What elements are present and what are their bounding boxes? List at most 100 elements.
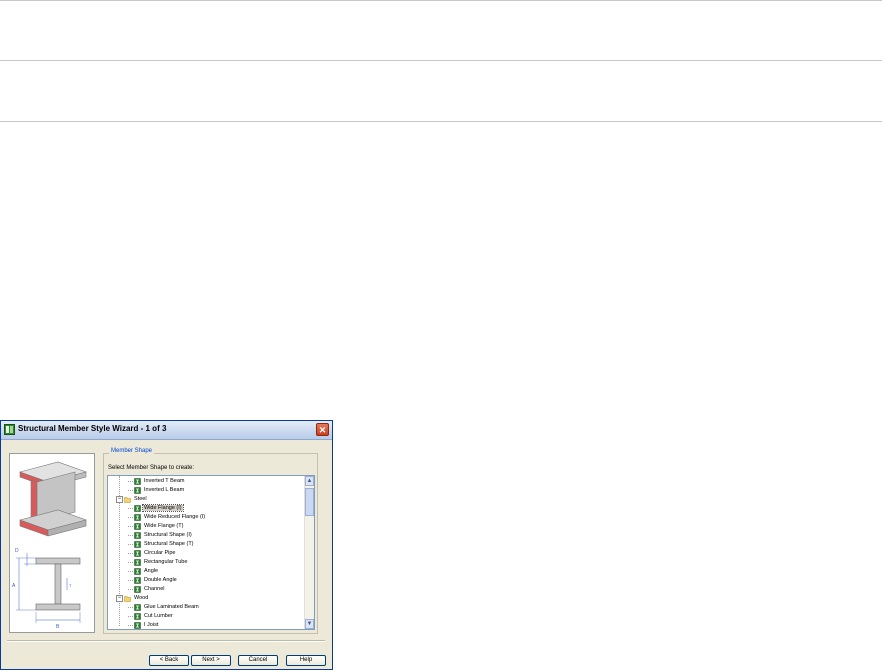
- shape-icon: [134, 568, 141, 575]
- tree-shape-item[interactable]: Channel: [134, 585, 166, 594]
- tree-expander-icon[interactable]: −: [116, 496, 123, 503]
- folder-icon: [124, 596, 131, 602]
- tree-item-label: Channel: [144, 586, 165, 592]
- tree-item-label: Glue Laminated Beam: [144, 604, 199, 610]
- tree-connector-branch: [128, 589, 133, 591]
- tree-connector-branch: [128, 616, 133, 618]
- tree-shape-item[interactable]: Double Angle: [134, 576, 178, 585]
- tree-shape-item[interactable]: Inverted T Beam: [134, 477, 185, 486]
- tree-shape-item[interactable]: Cut Lumber: [134, 612, 174, 621]
- dimension-label-b: B: [56, 624, 60, 630]
- dialog-title: Structural Member Style Wizard - 1 of 3: [18, 424, 167, 433]
- tree-scrollbar[interactable]: ▲ ▼: [304, 476, 314, 629]
- tree-connector-branch: [128, 508, 133, 510]
- shape-icon: [134, 586, 141, 593]
- chevron-up-icon: ▲: [306, 478, 313, 484]
- structural-member-style-wizard-dialog: Structural Member Style Wizard - 1 of 3 …: [0, 420, 333, 670]
- tree-item-label: Structural Shape (T): [144, 541, 194, 547]
- wizard-icon: [4, 424, 15, 435]
- tree-item-label: Inverted T Beam: [144, 478, 185, 484]
- next-button[interactable]: Next >: [191, 655, 231, 666]
- tree-shape-item[interactable]: Glue Laminated Beam: [134, 603, 200, 612]
- select-shape-prompt: Select Member Shape to create:: [108, 465, 195, 471]
- tree-expander-icon[interactable]: −: [116, 595, 123, 602]
- wide-flange-preview-image: D A B T: [12, 461, 88, 630]
- tree-connector-branch: [128, 562, 133, 564]
- tree-shape-item[interactable]: Structural Shape (I): [134, 531, 193, 540]
- section-dimension-drawing: D A B T: [12, 548, 81, 630]
- tree-connector-branch: [128, 625, 133, 627]
- shape-icon: [134, 523, 141, 530]
- tree-item-label: Circular Pipe: [144, 550, 176, 556]
- member-shape-tree[interactable]: Inverted T Beam Inverted L Beam − Steel Wide…: [107, 475, 315, 630]
- member-shape-group-label: Member Shape: [109, 448, 155, 454]
- button-separator: [7, 640, 325, 642]
- tree-shape-item[interactable]: Rectangular Tube: [134, 558, 188, 567]
- folder-icon: [124, 497, 131, 503]
- tree-shape-item[interactable]: Angle: [134, 567, 159, 576]
- tree-item-label: Inverted L Beam: [144, 487, 185, 493]
- tree-connector-branch: [128, 571, 133, 573]
- tree-shape-item[interactable]: Structural Shape (T): [134, 540, 195, 549]
- tree-connector-branch: [128, 526, 133, 528]
- close-icon: ✕: [318, 425, 327, 435]
- scroll-down-button[interactable]: ▼: [305, 619, 314, 629]
- shape-icon: [134, 613, 141, 620]
- tree-shape-item[interactable]: Wide Reduced Flange (I): [134, 513, 206, 522]
- tree-shape-item[interactable]: Wide Flange (I): [134, 504, 184, 513]
- tree-connector-branch: [128, 580, 133, 582]
- tree-shape-item[interactable]: Wide Flange (T): [134, 522, 184, 531]
- shape-icon: [134, 487, 141, 494]
- tree-shape-item[interactable]: Circular Pipe: [134, 549, 176, 558]
- tree-item-label: Wide Flange (T): [144, 523, 184, 529]
- tree-item-label: Wide Reduced Flange (I): [144, 514, 206, 520]
- shape-icon: [134, 514, 141, 521]
- shape-icon: [134, 577, 141, 584]
- tree-connector-branch: [128, 544, 133, 546]
- tree-connector-branch: [128, 553, 133, 555]
- shape-icon: [134, 550, 141, 557]
- cancel-button[interactable]: Cancel: [238, 655, 278, 666]
- help-button[interactable]: Help: [286, 655, 326, 666]
- shape-icon: [134, 505, 141, 512]
- tree-item-label: Angle: [144, 568, 159, 574]
- tree-connector-branch: [128, 517, 133, 519]
- tree-item-label: Wide Flange (I): [142, 504, 184, 512]
- shape-icon: [134, 559, 141, 566]
- close-button[interactable]: ✕: [316, 423, 329, 436]
- tree-shape-item[interactable]: I Joist: [134, 621, 159, 629]
- shape-preview-panel: D A B T: [9, 453, 95, 633]
- dimension-label-a: A: [12, 583, 16, 589]
- tree-connector-branch: [128, 535, 133, 537]
- tree-item-label: I Joist: [144, 622, 159, 628]
- divider-line-top: [0, 0, 882, 1]
- tree-item-label: Structural Shape (I): [144, 532, 192, 538]
- dialog-titlebar[interactable]: Structural Member Style Wizard - 1 of 3 …: [1, 421, 332, 440]
- tree-item-label: Steel: [134, 496, 147, 502]
- tree-connector-branch: [128, 481, 133, 483]
- tree-connector-branch: [128, 607, 133, 609]
- isometric-beam-drawing: [18, 461, 88, 537]
- scroll-up-button[interactable]: ▲: [305, 476, 314, 486]
- shape-icon: [134, 532, 141, 539]
- shape-icon: [134, 478, 141, 485]
- tree-connector-branch: [128, 490, 133, 492]
- member-shape-group: Member Shape Select Member Shape to crea…: [103, 448, 318, 634]
- tree-item-label: Cut Lumber: [144, 613, 173, 619]
- tree-item-label: Rectangular Tube: [144, 559, 188, 565]
- tree-item-label: Wood: [134, 595, 149, 601]
- shape-icon: [134, 541, 141, 548]
- chevron-down-icon: ▼: [306, 621, 313, 627]
- tree-shape-item[interactable]: Inverted L Beam: [134, 486, 185, 495]
- tree-folder-item[interactable]: Steel: [124, 495, 148, 504]
- tree-item-label: Double Angle: [144, 577, 177, 583]
- shape-icon: [134, 622, 141, 629]
- back-button[interactable]: < Back: [149, 655, 189, 666]
- dimension-label-d: D: [15, 548, 19, 554]
- tree-folder-item[interactable]: Wood: [124, 594, 149, 603]
- scroll-thumb[interactable]: [305, 488, 314, 516]
- shape-icon: [134, 604, 141, 611]
- divider-line-middle: [0, 60, 882, 61]
- dimension-label-t: T: [69, 583, 72, 588]
- divider-line-bottom: [0, 121, 882, 122]
